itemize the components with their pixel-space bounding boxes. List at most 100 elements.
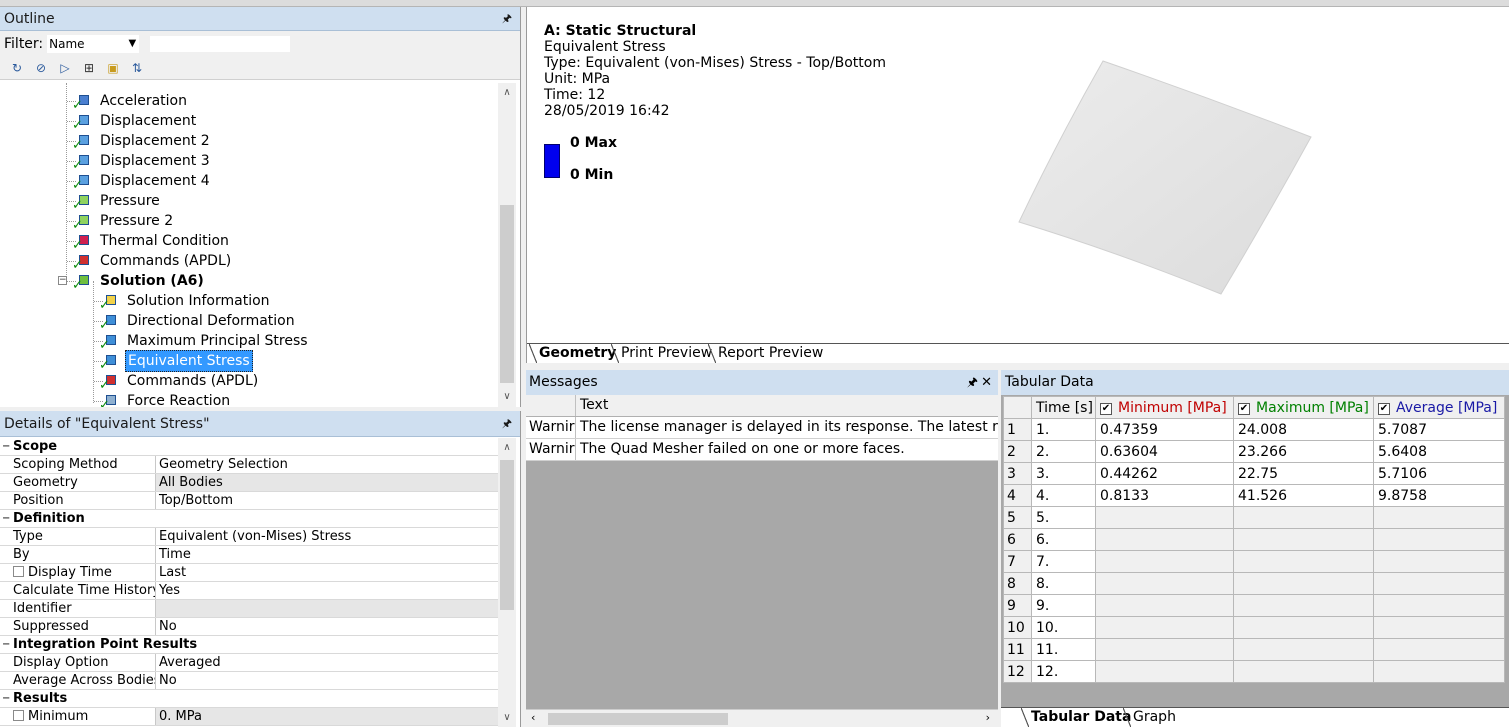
message-row[interactable]: Warnir The license manager is delayed in … (526, 417, 998, 439)
tree-item[interactable]: ✓ Commands (APDL) (72, 251, 233, 272)
folder-icon[interactable]: ▣ (104, 60, 122, 76)
scroll-right-icon[interactable]: › (986, 711, 990, 724)
details-category[interactable]: − Results (0, 690, 498, 708)
scroll-thumb[interactable] (500, 460, 514, 610)
col-time[interactable]: Time [s] (1031, 396, 1096, 419)
checkbox-maximum[interactable]: ✔ (1238, 402, 1250, 415)
table-row[interactable]: 5 5. (1003, 506, 1505, 529)
tree-item[interactable]: ✓ Pressure 2 (72, 211, 175, 232)
details-value[interactable]: Equivalent (von-Mises) Stress (156, 528, 498, 545)
tree-item[interactable]: ✓ Pressure (72, 191, 162, 212)
table-row[interactable]: 7 7. (1003, 550, 1505, 573)
col-maximum[interactable]: ✔ Maximum [MPa] (1233, 396, 1374, 419)
expand-all-icon[interactable]: ⊞ (80, 60, 98, 76)
scroll-down-icon[interactable]: ∨ (498, 710, 516, 726)
collapse-icon[interactable]: − (58, 276, 67, 285)
table-row[interactable]: 10 10. (1003, 616, 1505, 639)
details-value[interactable] (156, 600, 498, 617)
table-row[interactable]: 2 2. 0.63604 23.266 5.6408 (1003, 440, 1505, 463)
tree-item[interactable]: ✓ Equivalent Stress (99, 350, 253, 372)
details-value[interactable]: Yes (156, 582, 498, 599)
details-row[interactable]: By Time (0, 546, 498, 564)
details-scrollbar[interactable]: ∧ ∨ (498, 438, 516, 727)
table-row[interactable]: 6 6. (1003, 528, 1505, 551)
pin-icon[interactable]: 🖈 (967, 370, 978, 395)
scroll-left-icon[interactable]: ‹ (531, 711, 535, 724)
sort-az-icon[interactable]: ⇅ (128, 60, 146, 76)
details-value[interactable]: 0. MPa (156, 708, 498, 725)
outline-scrollbar[interactable]: ∧ ∨ (498, 83, 516, 407)
close-icon[interactable]: ✕ (981, 370, 992, 395)
details-value[interactable]: No (156, 618, 498, 635)
tab-geometry[interactable]: Geometry (529, 344, 616, 363)
scroll-thumb[interactable] (548, 713, 728, 725)
checkbox-average[interactable]: ✔ (1378, 402, 1390, 415)
details-row[interactable]: Calculate Time History Yes (0, 582, 498, 600)
details-row[interactable]: Suppressed No (0, 618, 498, 636)
table-row[interactable]: 1 1. 0.47359 24.008 5.7087 (1003, 418, 1505, 441)
model-plate[interactable] (1007, 52, 1327, 302)
details-value[interactable]: Top/Bottom (156, 492, 498, 509)
collapse-icon[interactable]: − (2, 690, 10, 707)
messages-hscroll[interactable]: ‹ › (526, 709, 998, 727)
messages-text-col[interactable]: Text (576, 395, 998, 416)
details-checkbox[interactable] (13, 566, 24, 577)
col-minimum[interactable]: ✔ Minimum [MPa] (1095, 396, 1234, 419)
tab-print-preview[interactable]: Print Preview (611, 344, 712, 363)
graphics-viewport[interactable]: A: Static Structural Equivalent Stress T… (526, 7, 1509, 363)
scroll-up-icon[interactable]: ∧ (498, 85, 516, 101)
tree-item[interactable]: ✓ Displacement 4 (72, 171, 212, 192)
tree-item[interactable]: ✓ Commands (APDL) (99, 371, 260, 392)
tree-item[interactable]: ✓ Displacement (72, 111, 198, 132)
tab-tabular-data[interactable]: Tabular Data (1021, 708, 1131, 727)
details-value[interactable]: Geometry Selection (156, 456, 498, 473)
filter-input[interactable] (149, 35, 292, 53)
table-row[interactable]: 11 11. (1003, 638, 1505, 661)
pin-icon[interactable]: 🖈 (502, 411, 512, 437)
tree-item[interactable]: ✓ Directional Deformation (99, 311, 297, 332)
tree-item[interactable]: ✓ Force Reaction (99, 391, 232, 407)
details-category[interactable]: − Definition (0, 510, 498, 528)
tree-filter-icon[interactable]: ▷ (56, 60, 74, 76)
details-value[interactable]: Last (156, 564, 498, 581)
table-row[interactable]: 4 4. 0.8133 41.526 9.8758 (1003, 484, 1505, 507)
col-average[interactable]: ✔ Average [MPa] (1373, 396, 1505, 419)
tab-report-preview[interactable]: Report Preview (708, 344, 823, 363)
scroll-thumb[interactable] (500, 205, 514, 383)
table-row[interactable]: 12 12. (1003, 660, 1505, 683)
details-row[interactable]: Scoping Method Geometry Selection (0, 456, 498, 474)
collapse-icon[interactable]: − (2, 636, 10, 653)
details-value[interactable]: Time (156, 546, 498, 563)
details-row[interactable]: Position Top/Bottom (0, 492, 498, 510)
tree-item[interactable]: ✓ Displacement 3 (72, 151, 212, 172)
details-value[interactable]: Averaged (156, 654, 498, 671)
tree-item[interactable]: ✓ Maximum Principal Stress (99, 331, 310, 352)
details-row[interactable]: Average Across Bodies No (0, 672, 498, 690)
tree-item[interactable]: ✓ Acceleration (72, 91, 189, 112)
table-row[interactable]: 3 3. 0.44262 22.75 5.7106 (1003, 462, 1505, 485)
table-row[interactable]: 8 8. (1003, 572, 1505, 595)
tree-item[interactable]: ✓ Solution (A6) (72, 271, 206, 292)
details-row[interactable]: Display Option Averaged (0, 654, 498, 672)
details-value[interactable]: All Bodies (156, 474, 498, 491)
scroll-down-icon[interactable]: ∨ (498, 389, 516, 405)
collapse-icon[interactable]: − (2, 438, 10, 455)
checkbox-minimum[interactable]: ✔ (1100, 402, 1112, 415)
details-value[interactable]: No (156, 672, 498, 689)
tree-item[interactable]: ✓ Displacement 2 (72, 131, 212, 152)
messages-type-col[interactable] (526, 395, 576, 416)
message-row[interactable]: Warnir The Quad Mesher failed on one or m… (526, 439, 998, 461)
details-category[interactable]: − Integration Point Results (0, 636, 498, 654)
collapse-icon[interactable]: − (2, 510, 10, 527)
tree-item[interactable]: ✓ Solution Information (99, 291, 272, 312)
filter-select[interactable]: Name ▼ (47, 35, 140, 53)
tree-item[interactable]: ✓ Thermal Condition (72, 231, 231, 252)
scroll-up-icon[interactable]: ∧ (498, 440, 516, 456)
tab-graph[interactable]: Graph (1123, 708, 1176, 727)
details-checkbox[interactable] (13, 710, 24, 721)
details-row[interactable]: Type Equivalent (von-Mises) Stress (0, 528, 498, 546)
suppress-icon[interactable]: ⊘ (32, 60, 50, 76)
details-row[interactable]: Geometry All Bodies (0, 474, 498, 492)
details-row[interactable]: Identifier (0, 600, 498, 618)
details-row[interactable]: Minimum 0. MPa (0, 708, 498, 726)
